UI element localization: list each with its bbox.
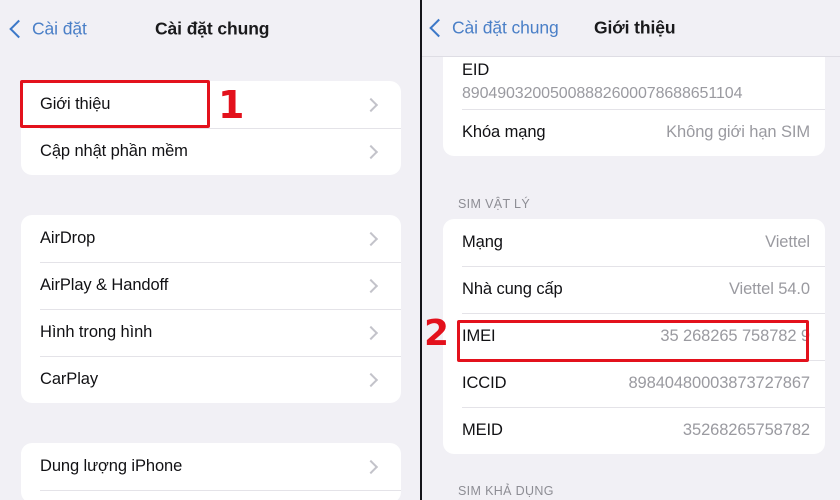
- left-back-button[interactable]: Cài đặt: [9, 18, 87, 39]
- row-value: Không giới hạn SIM: [666, 123, 810, 141]
- chevron-right-icon: [363, 97, 379, 112]
- row-value: 89049032005008882600078688651104: [462, 85, 743, 102]
- right-phone-screen: Cài đặt chung Giới thiệu EID 89049032005…: [422, 0, 840, 500]
- row-value: Viettel: [765, 233, 810, 251]
- left-page-title: Cài đặt chung: [155, 18, 270, 38]
- settings-row-airplay-handoff[interactable]: AirPlay & Handoff: [21, 262, 401, 309]
- settings-row-hinh-trong-hinh[interactable]: Hình trong hình: [21, 309, 401, 356]
- row-label: Khóa mạng: [462, 123, 546, 141]
- right-navigation-bar: Cài đặt chung Giới thiệu: [422, 0, 840, 57]
- about-group-physical-sim: Mạng Viettel Nhà cung cấp Viettel 54.0 I…: [443, 219, 825, 454]
- row-label: EID: [462, 61, 490, 79]
- about-row-meid[interactable]: MEID 35268265758782: [443, 407, 825, 454]
- about-row-mang[interactable]: Mạng Viettel: [443, 219, 825, 266]
- settings-row-partial[interactable]: [21, 490, 401, 500]
- row-label: CarPlay: [40, 370, 98, 388]
- settings-row-airdrop[interactable]: AirDrop: [21, 215, 401, 262]
- row-label: Dung lượng iPhone: [40, 457, 183, 475]
- about-group-top: EID 89049032005008882600078688651104 Khó…: [443, 56, 825, 156]
- row-value: 35 268265 758782 9: [660, 327, 810, 345]
- right-scroll-area[interactable]: EID 89049032005008882600078688651104 Khó…: [422, 56, 840, 500]
- section-header-sim-kha-dung: SIM KHẢ DỤNG: [458, 484, 554, 498]
- row-label: AirDrop: [40, 229, 96, 247]
- row-label: AirPlay & Handoff: [40, 276, 169, 294]
- chevron-left-icon: [429, 18, 448, 38]
- row-label: Cập nhật phần mềm: [40, 142, 188, 160]
- chevron-right-icon: [363, 231, 379, 246]
- row-label: Nhà cung cấp: [462, 280, 563, 298]
- left-back-label: Cài đặt: [32, 18, 87, 38]
- left-group-1: Giới thiệu Cập nhật phần mềm: [21, 81, 401, 175]
- settings-row-carplay[interactable]: CarPlay: [21, 356, 401, 403]
- right-page-title: Giới thiệu: [594, 17, 676, 38]
- row-label: Giới thiệu: [40, 95, 111, 113]
- row-label: Hình trong hình: [40, 323, 153, 341]
- row-value: 89840480003873727867: [628, 374, 810, 392]
- settings-row-cap-nhat-phan-mem[interactable]: Cập nhật phần mềm: [21, 128, 401, 175]
- chevron-right-icon: [363, 459, 379, 474]
- row-label: Mạng: [462, 233, 503, 251]
- right-back-label: Cài đặt chung: [452, 17, 559, 38]
- chevron-right-icon: [363, 372, 379, 387]
- left-phone-screen: Cài đặt Cài đặt chung Giới thiệu Cập nhậ…: [0, 0, 421, 500]
- about-row-eid[interactable]: EID 89049032005008882600078688651104: [443, 56, 825, 109]
- left-scroll-area[interactable]: Giới thiệu Cập nhật phần mềm AirDrop Air…: [0, 57, 421, 500]
- right-back-button[interactable]: Cài đặt chung: [429, 17, 559, 39]
- left-group-3: Dung lượng iPhone: [21, 443, 401, 500]
- left-navigation-bar: Cài đặt Cài đặt chung: [0, 0, 421, 57]
- row-label: ICCID: [462, 374, 507, 392]
- row-value: Viettel 54.0: [728, 280, 810, 298]
- about-row-imei[interactable]: IMEI 35 268265 758782 9: [443, 313, 825, 360]
- settings-row-gioi-thieu[interactable]: Giới thiệu: [21, 81, 401, 128]
- section-header-sim-vat-ly: SIM VẬT LÝ: [458, 197, 531, 211]
- about-row-iccid[interactable]: ICCID 89840480003873727867: [443, 360, 825, 407]
- row-value: 35268265758782: [682, 421, 810, 439]
- about-row-khoa-mang[interactable]: Khóa mạng Không giới hạn SIM: [443, 109, 825, 156]
- chevron-right-icon: [363, 278, 379, 293]
- row-label: IMEI: [462, 327, 496, 345]
- chevron-right-icon: [363, 144, 379, 159]
- settings-row-dung-luong-iphone[interactable]: Dung lượng iPhone: [21, 443, 401, 490]
- screenshot-root: Cài đặt Cài đặt chung Giới thiệu Cập nhậ…: [0, 0, 840, 500]
- left-group-2: AirDrop AirPlay & Handoff Hình trong hìn…: [21, 215, 401, 403]
- chevron-left-icon: [9, 19, 28, 38]
- about-row-nha-cung-cap[interactable]: Nhà cung cấp Viettel 54.0: [443, 266, 825, 313]
- chevron-right-icon: [363, 325, 379, 340]
- row-label: MEID: [462, 421, 503, 439]
- panel-divider: [420, 0, 422, 500]
